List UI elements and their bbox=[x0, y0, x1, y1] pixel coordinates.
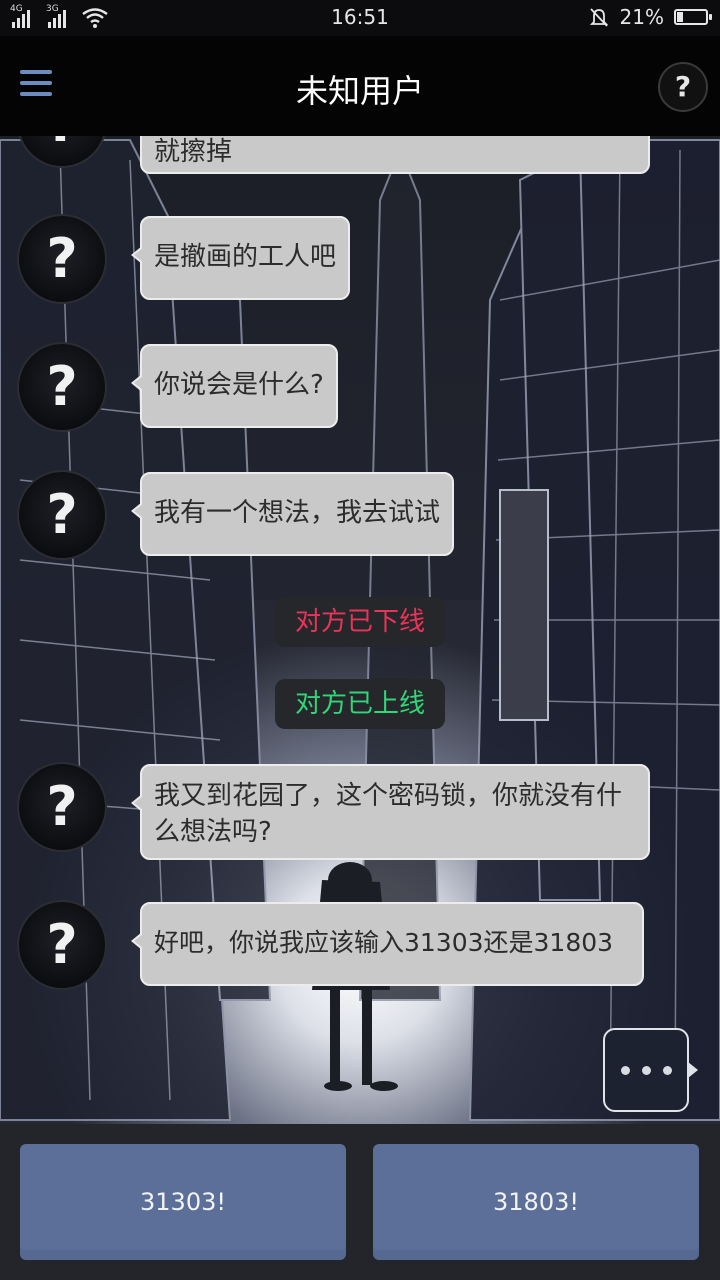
status-bar: 4G 3G 16:51 21% bbox=[0, 0, 720, 36]
battery-icon bbox=[674, 9, 712, 25]
message-bubble: 是撤画的工人吧 bbox=[130, 216, 351, 300]
bell-muted-icon bbox=[589, 8, 608, 27]
app-header: 未知用户 ? bbox=[0, 36, 720, 136]
avatar: ? bbox=[17, 214, 107, 304]
message-text: 是撤画的工人吧 bbox=[154, 242, 337, 272]
message-text: 我有一个想法，我去试试 bbox=[154, 498, 441, 528]
status-online-notice: 对方已上线 bbox=[275, 679, 445, 729]
message-bubble: 你说会是什么? bbox=[131, 344, 338, 428]
avatar: ? bbox=[17, 136, 107, 168]
avatar: ? bbox=[17, 470, 107, 560]
typing-dots-icon bbox=[621, 1066, 672, 1075]
message-text: 就擦掉 bbox=[154, 137, 233, 167]
status-offline-notice: 对方已下线 bbox=[275, 597, 445, 647]
message-bubble: 就擦掉 bbox=[140, 136, 650, 174]
reply-options-bar: 31303! 31803! bbox=[0, 1124, 720, 1280]
reply-option-31803[interactable]: 31803! bbox=[373, 1144, 699, 1260]
battery-percent: 21% bbox=[619, 5, 664, 29]
message-text: 好吧，你说我应该输入31303还是31803 bbox=[154, 928, 614, 957]
message-text: 你说会是什么? bbox=[154, 370, 324, 400]
chat-log[interactable]: ? 就擦掉 ? 是撤画的工人吧 ? 你说会是什么? ? 我有一个想法，我去试试 … bbox=[0, 136, 720, 1126]
message-bubble: 我又到花园了，这个密码锁，你就没有什么想法吗? bbox=[131, 764, 650, 860]
avatar: ? bbox=[17, 900, 107, 990]
message-bubble: 我有一个想法，我去试试 bbox=[130, 472, 455, 556]
page-title: 未知用户 bbox=[295, 72, 424, 110]
message-bubble: 好吧，你说我应该输入31303还是31803 bbox=[131, 902, 644, 986]
system-message-text: 对方已上线 bbox=[294, 689, 425, 719]
reply-option-31303[interactable]: 31303! bbox=[20, 1144, 346, 1260]
avatar: ? bbox=[17, 762, 107, 852]
system-message-text: 对方已下线 bbox=[294, 607, 425, 637]
avatar: ? bbox=[17, 342, 107, 432]
help-button[interactable]: ? bbox=[658, 62, 708, 112]
message-text: 我又到花园了，这个密码锁，你就没有什么想法吗? bbox=[154, 781, 623, 847]
typing-indicator bbox=[603, 1028, 698, 1112]
